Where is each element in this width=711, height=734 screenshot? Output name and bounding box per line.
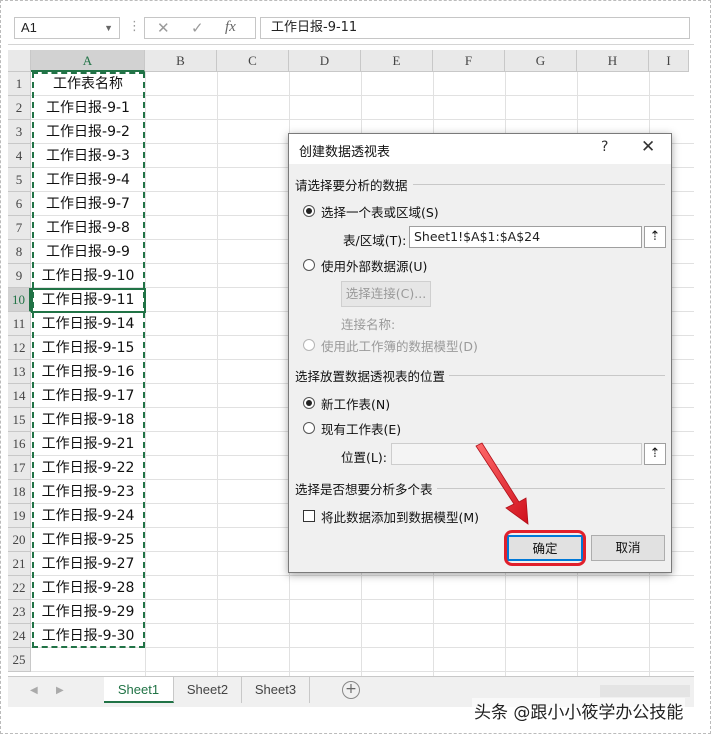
column-header[interactable]: C: [217, 50, 289, 72]
row-header[interactable]: 19: [8, 504, 31, 528]
gridline: [31, 671, 694, 672]
row-header[interactable]: 3: [8, 120, 31, 144]
dialog-title: 创建数据透视表: [299, 145, 391, 160]
cancel-button[interactable]: 取消: [591, 535, 665, 561]
radio-external-source[interactable]: [303, 259, 315, 271]
sheet-tab[interactable]: Sheet1: [104, 677, 174, 703]
row-header[interactable]: 1: [8, 72, 31, 96]
column-header[interactable]: H: [577, 50, 649, 72]
row-header[interactable]: 21: [8, 552, 31, 576]
add-sheet-icon[interactable]: +: [342, 681, 360, 699]
add-to-data-model-checkbox[interactable]: [303, 510, 315, 522]
name-box[interactable]: A1 ▼: [14, 17, 120, 39]
sheet-tab[interactable]: Sheet2: [174, 677, 242, 703]
column-header[interactable]: G: [505, 50, 577, 72]
section-multiple-label: 选择是否想要分析多个表: [295, 482, 433, 497]
row-header[interactable]: 23: [8, 600, 31, 624]
active-cell-border: [31, 288, 146, 313]
close-icon[interactable]: ✕: [641, 137, 655, 157]
choose-connection-button[interactable]: 选择连接(C)...: [341, 281, 431, 307]
ok-button-highlight: [504, 530, 586, 566]
radio-existing-sheet[interactable]: [303, 422, 315, 434]
gridline: [145, 72, 146, 676]
formula-bar-divider-icon[interactable]: ⋮: [128, 19, 141, 34]
cancel-icon[interactable]: ✕: [157, 19, 170, 37]
section-location-label: 选择放置数据透视表的位置: [295, 369, 446, 384]
column-header[interactable]: I: [649, 50, 689, 72]
horizontal-scrollbar[interactable]: [600, 685, 690, 697]
section-analyze-label: 请选择要分析的数据: [295, 178, 408, 193]
row-header[interactable]: 17: [8, 456, 31, 480]
radio-existing-sheet-label[interactable]: 现有工作表(E): [321, 419, 401, 438]
row-header[interactable]: 9: [8, 264, 31, 288]
row-header[interactable]: 20: [8, 528, 31, 552]
row-header[interactable]: 16: [8, 432, 31, 456]
row-header[interactable]: 5: [8, 168, 31, 192]
sheet-tab[interactable]: Sheet3: [242, 677, 310, 703]
table-range-input[interactable]: Sheet1!$A$1:$A$24: [409, 226, 642, 248]
row-header[interactable]: 14: [8, 384, 31, 408]
column-header[interactable]: B: [145, 50, 217, 72]
column-header[interactable]: F: [433, 50, 505, 72]
location-label: 位置(L):: [341, 450, 387, 465]
tab-scroll-left-icon[interactable]: ◀: [30, 685, 38, 696]
row-header[interactable]: 7: [8, 216, 31, 240]
radio-external-source-label[interactable]: 使用外部数据源(U): [321, 256, 427, 275]
row-header[interactable]: 15: [8, 408, 31, 432]
gridline: [217, 72, 218, 676]
section-divider: [449, 375, 665, 376]
name-box-value: A1: [21, 20, 37, 35]
add-to-data-model-label[interactable]: 将此数据添加到数据模型(M): [321, 507, 479, 526]
tab-scroll-right-icon[interactable]: ▶: [56, 685, 64, 696]
row-header[interactable]: 12: [8, 336, 31, 360]
copy-selection-marquee: [32, 72, 145, 648]
column-header[interactable]: D: [289, 50, 361, 72]
connection-name-label: 连接名称:: [341, 317, 396, 332]
row-header[interactable]: 8: [8, 240, 31, 264]
column-header[interactable]: A: [31, 50, 145, 72]
dialog-titlebar: 创建数据透视表 ? ✕: [289, 134, 671, 164]
row-header[interactable]: 2: [8, 96, 31, 120]
row-header[interactable]: 24: [8, 624, 31, 648]
range-selector-icon[interactable]: ⇡: [644, 226, 666, 248]
section-divider: [413, 184, 665, 185]
table-range-label: 表/区域(T):: [343, 233, 407, 248]
select-all-corner[interactable]: [8, 50, 31, 72]
column-header[interactable]: E: [361, 50, 433, 72]
chevron-down-icon[interactable]: ▼: [104, 18, 113, 38]
range-selector-icon[interactable]: ⇡: [644, 443, 666, 465]
formula-bar: A1 ▼ ⋮ ✕ ✓ fx 工作日报-9-11: [8, 10, 694, 45]
radio-data-model[interactable]: [303, 339, 315, 351]
row-header[interactable]: 25: [8, 648, 31, 672]
row-header[interactable]: 11: [8, 312, 31, 336]
row-header[interactable]: 18: [8, 480, 31, 504]
row-header[interactable]: 6: [8, 192, 31, 216]
row-header[interactable]: 10: [8, 288, 31, 312]
radio-new-sheet[interactable]: [303, 397, 315, 409]
check-icon[interactable]: ✓: [191, 19, 204, 37]
radio-table-range-label[interactable]: 选择一个表或区域(S): [321, 202, 439, 221]
formula-buttons: ✕ ✓ fx: [144, 17, 256, 39]
radio-new-sheet-label[interactable]: 新工作表(N): [321, 394, 390, 413]
function-icon[interactable]: fx: [225, 19, 236, 36]
radio-data-model-label[interactable]: 使用此工作簿的数据模型(D): [321, 336, 478, 355]
row-header[interactable]: 13: [8, 360, 31, 384]
row-header[interactable]: 4: [8, 144, 31, 168]
radio-table-range[interactable]: [303, 205, 315, 217]
help-icon[interactable]: ?: [601, 139, 608, 155]
formula-input[interactable]: 工作日报-9-11: [260, 17, 690, 39]
watermark: 头条 @跟小小筱学办公技能: [472, 698, 686, 723]
row-header[interactable]: 22: [8, 576, 31, 600]
red-arrow-icon: [475, 442, 529, 525]
